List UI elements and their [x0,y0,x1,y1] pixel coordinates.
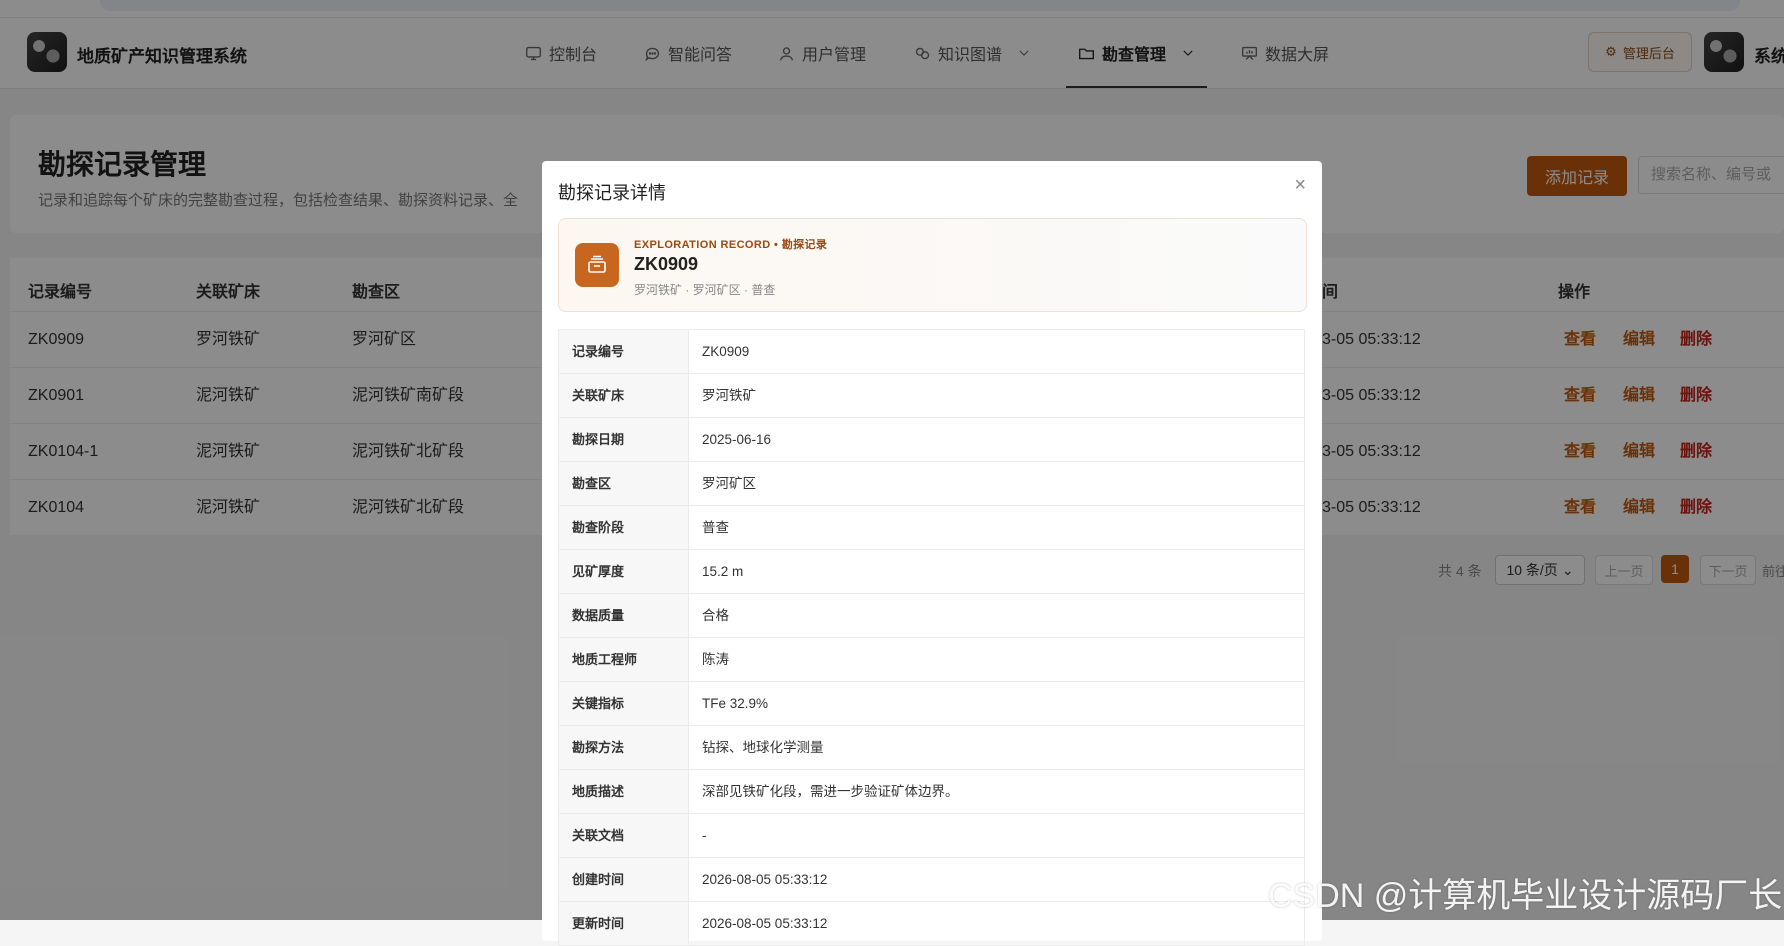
watermark-text: CSDN @计算机毕业设计源码厂长 [1268,877,1783,915]
modal-title: 勘探记录详情 [558,183,666,203]
detail-value: 2026-08-05 05:33:12 [702,916,828,931]
detail-value: 15.2 m [702,564,744,579]
detail-row: 勘查阶段 普查 [558,506,1305,550]
detail-label: 关联矿床 [559,374,689,417]
detail-row: 数据质量 合格 [558,594,1305,638]
detail-label: 勘探日期 [559,418,689,461]
detail-table: 记录编号 ZK0909 关联矿床 罗河铁矿 勘探日期 2025-06-16 勘查区 罗河… [558,329,1305,946]
detail-label: 地质工程师 [559,638,689,681]
detail-label: 数据质量 [559,594,689,637]
record-detail-modal: 勘探记录详情 × EXPLORATION RECORD • 勘探记录 ZK090… [542,161,1322,946]
detail-row: 关联文档 - [558,814,1305,858]
detail-row: 创建时间 2026-08-05 05:33:12 [558,858,1305,902]
record-summary-card: EXPLORATION RECORD • 勘探记录 ZK0909 罗河铁矿 · … [558,218,1307,312]
close-icon[interactable]: × [1294,175,1306,195]
detail-row: 勘探日期 2025-06-16 [558,418,1305,462]
detail-value: TFe 32.9% [702,696,769,711]
record-kicker: EXPLORATION RECORD • 勘探记录 [634,239,828,251]
detail-row: 地质工程师 陈涛 [558,638,1305,682]
detail-value: ZK0909 [702,344,750,359]
detail-label: 更新时间 [559,902,689,945]
detail-row: 勘探方法 钻探、地球化学测量 [558,726,1305,770]
detail-row: 记录编号 ZK0909 [558,329,1305,374]
detail-value: - [702,828,707,843]
detail-label: 关键指标 [559,682,689,725]
detail-label: 关联文档 [559,814,689,857]
detail-label: 勘查阶段 [559,506,689,549]
detail-value: 2025-06-16 [702,432,772,447]
detail-row: 地质描述 深部见铁矿化段，需进一步验证矿体边界。 [558,770,1305,814]
record-code: ZK0909 [634,254,699,274]
detail-label: 勘探方法 [559,726,689,769]
detail-value: 合格 [702,608,729,623]
detail-value: 钻探、地球化学测量 [702,740,824,755]
detail-label: 见矿厚度 [559,550,689,593]
detail-label: 创建时间 [559,858,689,901]
detail-label: 勘查区 [559,462,689,505]
detail-value: 罗河矿区 [702,476,756,491]
detail-value: 普查 [702,520,729,535]
detail-value: 2026-08-05 05:33:12 [702,872,828,887]
detail-value: 深部见铁矿化段，需进一步验证矿体边界。 [702,784,959,799]
detail-value: 陈涛 [702,652,729,667]
detail-row: 关联矿床 罗河铁矿 [558,374,1305,418]
archive-icon [575,243,619,287]
detail-row: 见矿厚度 15.2 m [558,550,1305,594]
detail-value: 罗河铁矿 [702,388,756,403]
detail-label: 记录编号 [559,330,689,373]
detail-row: 更新时间 2026-08-05 05:33:12 [558,902,1305,946]
detail-label: 地质描述 [559,770,689,813]
record-subtitle: 罗河铁矿 · 罗河矿区 · 普查 [634,283,776,297]
detail-row: 关键指标 TFe 32.9% [558,682,1305,726]
detail-row: 勘查区 罗河矿区 [558,462,1305,506]
